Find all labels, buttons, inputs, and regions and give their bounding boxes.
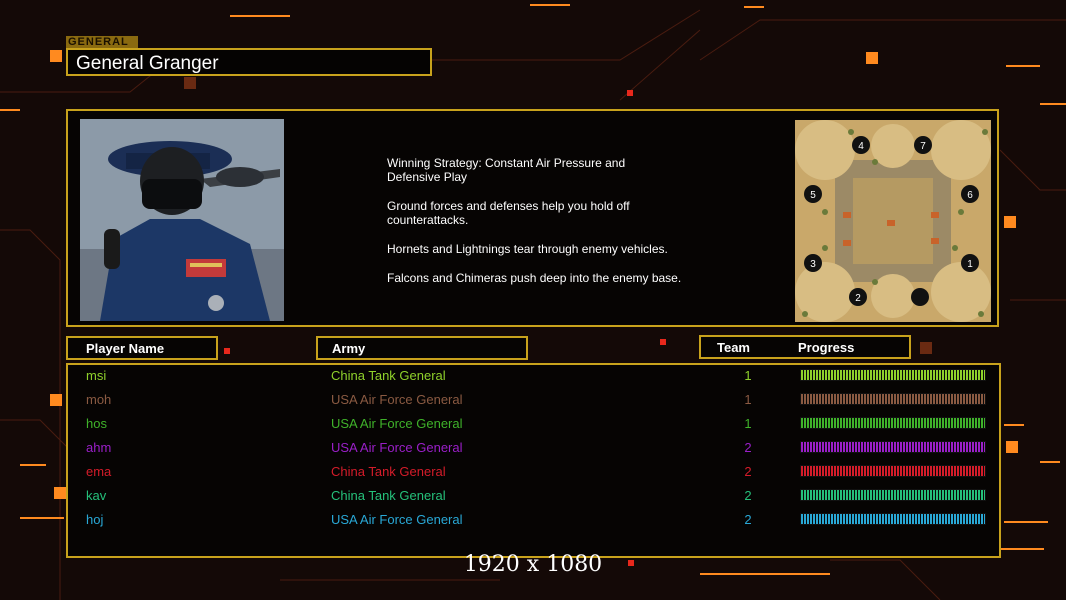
player-army: China Tank General: [331, 488, 446, 503]
header-team: Team: [717, 340, 750, 355]
strategy-line: Falcons and Chimeras push deep into the …: [387, 271, 682, 285]
player-row: moh USA Air Force General 1: [68, 390, 1003, 414]
player-team: 2: [744, 440, 752, 455]
player-army: China Tank General: [331, 464, 446, 479]
strategy-line: Ground forces and defenses help you hold…: [387, 199, 630, 227]
general-label: GENERAL: [66, 36, 138, 48]
strategy-line: Winning Strategy: Constant Air Pressure …: [387, 156, 626, 184]
strategy-line: Hornets and Lightnings tear through enem…: [387, 242, 668, 256]
player-name: moh: [86, 392, 112, 407]
progress-bar-fill: [801, 442, 985, 452]
start-position-1: 1: [967, 259, 973, 270]
progress-bar: [800, 369, 986, 381]
start-position-2: 2: [855, 293, 861, 304]
player-name: hos: [86, 416, 107, 431]
progress-bar-fill: [801, 418, 985, 428]
player-name: ema: [86, 464, 112, 479]
player-name: kav: [86, 488, 107, 503]
start-position-6: 6: [967, 190, 973, 201]
player-army: China Tank General: [331, 368, 446, 383]
progress-bar-fill: [801, 394, 985, 404]
player-list: msi China Tank General 1 moh USA Air Force G…: [66, 363, 1001, 558]
general-name: General Granger: [66, 48, 432, 76]
start-position-5: 5: [810, 190, 816, 201]
progress-bar: [800, 417, 986, 429]
player-army: USA Air Force General: [331, 440, 463, 455]
player-row: msi China Tank General 1: [68, 366, 1003, 390]
player-team: 2: [744, 488, 752, 503]
player-name: hoj: [86, 512, 104, 527]
player-row: ema China Tank General 2: [68, 462, 1003, 486]
start-position-3: 3: [810, 259, 816, 270]
progress-bar: [800, 441, 986, 453]
player-row: ahm USA Air Force General 2: [68, 438, 1003, 462]
player-army: USA Air Force General: [331, 392, 463, 407]
header-team-progress: Team Progress: [699, 335, 911, 359]
strategy-text: Winning Strategy: Constant Air Pressure …: [387, 156, 727, 300]
header-progress: Progress: [798, 340, 855, 355]
header-player-name: Player Name: [66, 336, 218, 360]
player-row: kav China Tank General 2: [68, 486, 1003, 510]
start-position-7: 7: [920, 141, 926, 152]
resolution-caption: 1920 x 1080: [463, 552, 603, 577]
player-army: USA Air Force General: [331, 416, 463, 431]
player-army: USA Air Force General: [331, 512, 463, 527]
player-team: 1: [744, 368, 752, 383]
progress-bar: [800, 489, 986, 501]
player-team: 1: [744, 392, 752, 407]
progress-bar-fill: [801, 370, 985, 380]
header-army: Army: [316, 336, 528, 360]
general-info-panel: Winning Strategy: Constant Air Pressure …: [66, 109, 999, 327]
player-row: hoj USA Air Force General 2: [68, 510, 1003, 534]
progress-bar-fill: [801, 514, 985, 524]
player-name: msi: [86, 368, 107, 383]
progress-bar-fill: [801, 466, 985, 476]
progress-bar: [800, 465, 986, 477]
player-team: 2: [744, 464, 752, 479]
minimap: 4 7 5 6 3 1 2: [795, 120, 991, 322]
player-team: 2: [744, 512, 752, 527]
progress-bar: [800, 393, 986, 405]
progress-bar-fill: [801, 490, 985, 500]
player-row: hos USA Air Force General 1: [68, 414, 1003, 438]
player-team: 1: [744, 416, 752, 431]
player-name: ahm: [86, 440, 112, 455]
start-position-4: 4: [858, 141, 864, 152]
general-portrait: [80, 119, 284, 321]
progress-bar: [800, 513, 986, 525]
